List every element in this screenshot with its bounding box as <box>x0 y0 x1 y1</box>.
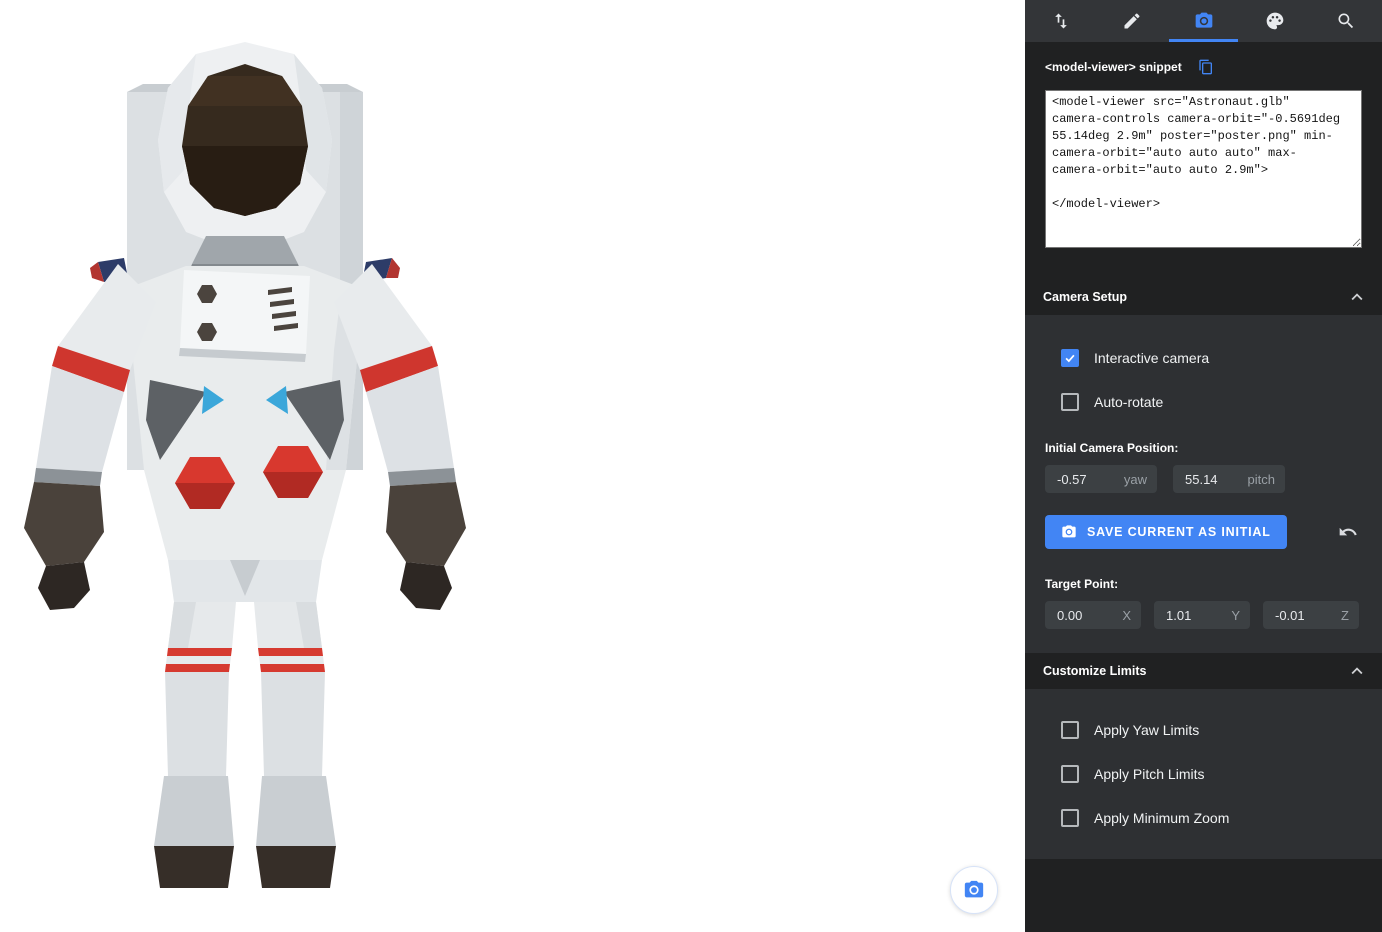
chevron-up-icon <box>1346 286 1368 308</box>
customize-limits-content: Apply Yaw Limits Apply Pitch Limits Appl… <box>1025 689 1382 859</box>
initial-camera-position-label: Initial Camera Position: <box>1045 441 1362 455</box>
copy-snippet-button[interactable] <box>1198 59 1214 75</box>
auto-rotate-checkbox[interactable] <box>1061 393 1079 411</box>
app: <model-viewer> snippet <model-viewer src… <box>0 0 1382 932</box>
undo-icon <box>1338 522 1358 542</box>
pitch-input[interactable] <box>1185 472 1242 487</box>
customize-limits-header[interactable]: Customize Limits <box>1025 653 1382 689</box>
target-x-suffix: X <box>1122 608 1131 623</box>
tab-inspector[interactable] <box>1311 0 1382 42</box>
pitch-field: pitch <box>1173 465 1285 493</box>
yaw-field: yaw <box>1045 465 1157 493</box>
target-y-field: Y <box>1154 601 1250 629</box>
palette-icon <box>1265 11 1285 31</box>
editor-toolbar <box>1025 0 1382 42</box>
apply-yaw-limits-label: Apply Yaw Limits <box>1094 722 1199 738</box>
save-current-as-initial-button[interactable]: SAVE CURRENT AS INITIAL <box>1045 515 1287 549</box>
snippet-section: <model-viewer> snippet <model-viewer src… <box>1025 42 1382 279</box>
copy-icon <box>1198 59 1214 75</box>
apply-pitch-limits-row[interactable]: Apply Pitch Limits <box>1061 765 1362 783</box>
tab-camera[interactable] <box>1168 0 1239 42</box>
snippet-title: <model-viewer> snippet <box>1045 60 1182 74</box>
target-z-field: Z <box>1263 601 1359 629</box>
target-y-suffix: Y <box>1231 608 1240 623</box>
apply-pitch-limits-checkbox[interactable] <box>1061 765 1079 783</box>
camera-icon <box>963 879 985 901</box>
model-viewport[interactable] <box>0 0 1025 932</box>
camera-icon <box>1194 11 1214 31</box>
undo-button[interactable] <box>1334 518 1362 546</box>
camera-icon <box>1061 524 1077 540</box>
panel-filler <box>1025 859 1382 932</box>
tab-materials[interactable] <box>1239 0 1310 42</box>
target-y-input[interactable] <box>1166 608 1225 623</box>
chevron-up-icon <box>1346 660 1368 682</box>
target-z-input[interactable] <box>1275 608 1335 623</box>
tab-edit[interactable] <box>1096 0 1167 42</box>
apply-minimum-zoom-checkbox[interactable] <box>1061 809 1079 827</box>
camera-setup-title: Camera Setup <box>1043 290 1127 304</box>
target-x-input[interactable] <box>1057 608 1116 623</box>
apply-yaw-limits-checkbox[interactable] <box>1061 721 1079 739</box>
check-icon <box>1063 351 1077 365</box>
interactive-camera-checkbox[interactable] <box>1061 349 1079 367</box>
apply-pitch-limits-label: Apply Pitch Limits <box>1094 766 1204 782</box>
swap-vertical-icon <box>1051 11 1071 31</box>
target-x-field: X <box>1045 601 1141 629</box>
save-button-label: SAVE CURRENT AS INITIAL <box>1087 525 1271 539</box>
astronaut-model <box>0 40 500 890</box>
search-icon <box>1336 11 1356 31</box>
camera-setup-header[interactable]: Camera Setup <box>1025 279 1382 315</box>
pencil-icon <box>1122 11 1142 31</box>
screenshot-fab-button[interactable] <box>950 866 998 914</box>
interactive-camera-label: Interactive camera <box>1094 350 1209 366</box>
yaw-input[interactable] <box>1057 472 1118 487</box>
editor-panel: <model-viewer> snippet <model-viewer src… <box>1025 0 1382 932</box>
auto-rotate-label: Auto-rotate <box>1094 394 1163 410</box>
target-z-suffix: Z <box>1341 608 1349 623</box>
apply-minimum-zoom-label: Apply Minimum Zoom <box>1094 810 1229 826</box>
pitch-suffix: pitch <box>1248 472 1275 487</box>
target-point-label: Target Point: <box>1045 577 1362 591</box>
interactive-camera-row[interactable]: Interactive camera <box>1061 349 1362 367</box>
camera-setup-content: Interactive camera Auto-rotate Initial C… <box>1025 315 1382 653</box>
apply-minimum-zoom-row[interactable]: Apply Minimum Zoom <box>1061 809 1362 827</box>
tab-file[interactable] <box>1025 0 1096 42</box>
snippet-code-textarea[interactable]: <model-viewer src="Astronaut.glb" camera… <box>1045 90 1362 248</box>
apply-yaw-limits-row[interactable]: Apply Yaw Limits <box>1061 721 1362 739</box>
customize-limits-title: Customize Limits <box>1043 664 1147 678</box>
yaw-suffix: yaw <box>1124 472 1147 487</box>
auto-rotate-row[interactable]: Auto-rotate <box>1061 393 1362 411</box>
